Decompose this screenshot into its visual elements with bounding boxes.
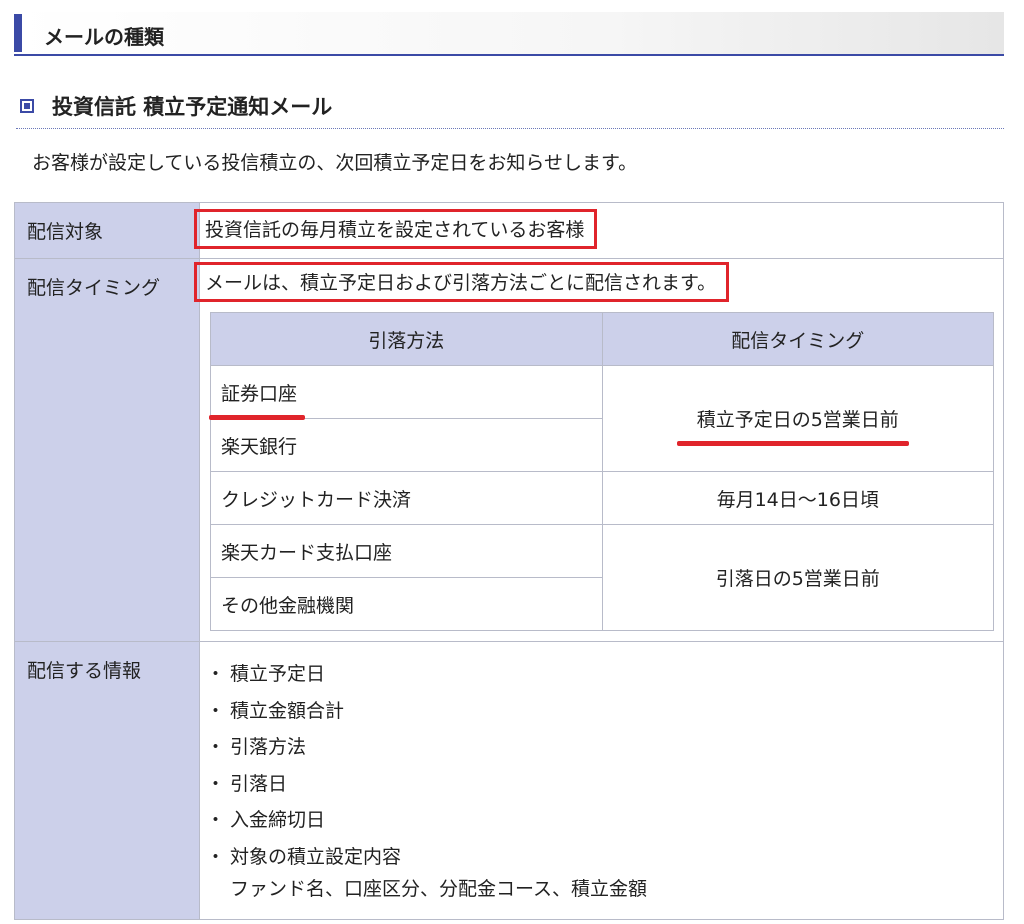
bullet-dot: ・ — [206, 845, 226, 868]
target-value: 投資信託の毎月積立を設定されているお客様 — [194, 209, 598, 249]
info-item-text: 積立金額合計 — [230, 699, 345, 722]
timing-table-header: 引落方法 配信タイミング — [210, 312, 994, 366]
mail-info-table: 配信対象 投資信託の毎月積立を設定されているお客様 配信タイミング メールは、積… — [14, 202, 1004, 920]
timing-label: 配信タイミング — [14, 258, 200, 642]
list-item: ・対象の積立設定内容 ファンド名、口座区分、分配金コース、積立金額 — [206, 839, 1003, 908]
bullet-dot: ・ — [206, 772, 226, 795]
info-item-text: 入金締切日 — [230, 809, 326, 831]
header-method: 引落方法 — [210, 312, 603, 366]
list-item: ・入金締切日 — [206, 802, 1003, 839]
info-item-text: 対象の積立設定内容 — [230, 845, 402, 868]
list-item: ・引落方法 — [206, 729, 1003, 766]
info-cell: ・積立予定日 ・積立金額合計 ・引落方法 ・引落日 ・入金締切日 ・対象の積立設… — [199, 641, 1004, 920]
timing-cell-1: 積立予定日の5営業日前 — [601, 365, 994, 472]
table-row: 証券口座 積立予定日の5営業日前 — [208, 365, 994, 472]
bullet-dot: ・ — [206, 663, 226, 685]
table-row: 楽天カード支払口座 引落日の5営業日前 — [210, 524, 994, 631]
info-sub-text: ファンド名、口座区分、分配金コース、積立金額 — [230, 878, 648, 900]
info-item-text: 引落日 — [230, 772, 288, 795]
section-header: メールの種類 — [14, 12, 1004, 56]
list-item: ・積立金額合計 — [206, 693, 1003, 730]
subsection-header: 投資信託 積立予定通知メール — [16, 86, 1004, 129]
bullet-dot: ・ — [206, 736, 226, 758]
subsection-title: 投資信託 積立予定通知メール — [52, 95, 333, 119]
info-item-text: 積立予定日 — [230, 663, 326, 685]
info-item-text: 引落方法 — [230, 736, 307, 758]
description-text: お客様が設定している投信積立の、次回積立予定日をお知らせします。 — [32, 152, 638, 174]
method-credit-card: クレジットカード決済 — [210, 471, 603, 525]
info-list: ・積立予定日 ・積立金額合計 ・引落方法 ・引落日 ・入金締切日 ・対象の積立設… — [206, 656, 1003, 908]
bullet-dot: ・ — [206, 809, 226, 831]
method-rakuten-bank: 楽天銀行 — [210, 418, 603, 472]
timing-note: メールは、積立予定日および引落方法ごとに配信されます。 — [194, 262, 730, 302]
table-row-info: 配信する情報 ・積立予定日 ・積立金額合計 ・引落方法 ・引落日 ・入金締切日 … — [14, 641, 1004, 920]
table-row: クレジットカード決済 毎月14日〜16日頃 — [210, 471, 994, 525]
timing-value-1: 積立予定日の5営業日前 — [676, 405, 909, 446]
list-item: ・積立予定日 — [206, 656, 1003, 693]
header-timing: 配信タイミング — [601, 312, 994, 366]
timing-table: 引落方法 配信タイミング 証券口座 積立予定日の5営業日前 楽天銀行 クレジット… — [208, 312, 994, 631]
target-label: 配信対象 — [14, 202, 200, 259]
list-item: ・引落日 — [206, 766, 1003, 803]
timing-value-3: 引落日の5営業日前 — [601, 524, 994, 631]
target-cell: 投資信託の毎月積立を設定されているお客様 — [194, 202, 1004, 259]
table-row-timing: 配信タイミング メールは、積立予定日および引落方法ごとに配信されます。 引落方法… — [14, 258, 1004, 642]
table-row-target: 配信対象 投資信託の毎月積立を設定されているお客様 — [14, 202, 1004, 259]
method-rakuten-card-account: 楽天カード支払口座 — [210, 524, 603, 578]
timing-cell: メールは、積立予定日および引落方法ごとに配信されます。 引落方法 配信タイミング… — [194, 258, 1004, 642]
section-accent-bar — [14, 14, 22, 52]
method-securities: 証券口座 — [208, 379, 306, 420]
square-bullet-icon — [20, 99, 34, 113]
method-cell: 証券口座 — [208, 365, 603, 420]
bullet-dot: ・ — [206, 699, 226, 722]
info-label: 配信する情報 — [14, 641, 200, 920]
section-title: メールの種類 — [44, 25, 164, 49]
method-other-bank: その他金融機関 — [210, 577, 603, 631]
timing-value-2: 毎月14日〜16日頃 — [601, 471, 994, 525]
